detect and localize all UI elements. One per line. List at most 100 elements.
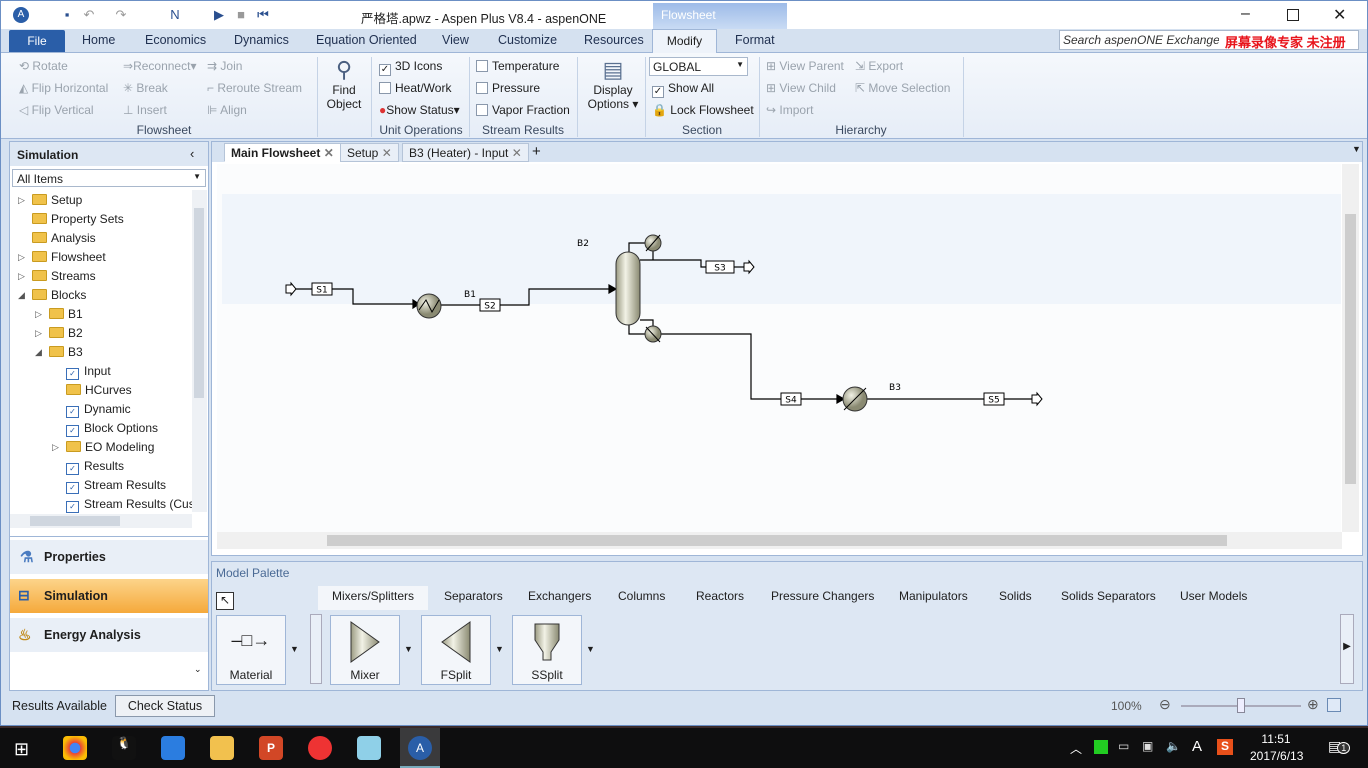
tree-item[interactable]: ✓ Results <box>66 459 124 475</box>
tree-item[interactable]: Property Sets <box>32 212 124 226</box>
flowsheet-canvas[interactable]: S1 S2 S3 S4 S5 B1 B2 B3 <box>217 164 1341 532</box>
volume-icon[interactable]: 🔈 <box>1166 739 1181 753</box>
tree-item[interactable]: Streams <box>32 269 96 283</box>
tray-overflow-icon[interactable]: ︿ <box>1070 740 1082 757</box>
heat-work-checkbox[interactable]: Heat/Work <box>379 81 451 95</box>
canvas-vertical-scrollbar[interactable] <box>1342 164 1359 532</box>
select-pointer-button[interactable]: ↖ <box>216 592 234 610</box>
tree-item[interactable]: Flowsheet <box>32 250 106 264</box>
run-icon[interactable]: ▶ <box>211 7 227 23</box>
expand-toggle-icon[interactable]: ▷ <box>35 309 42 320</box>
zoom-fit-button[interactable] <box>1327 698 1341 712</box>
tree-item[interactable]: B1 <box>49 307 83 321</box>
notification-icon[interactable]: ▤1 <box>1328 738 1351 755</box>
block-label[interactable]: B3 <box>889 383 901 393</box>
tab-equation-oriented[interactable]: Equation Oriented <box>316 33 417 47</box>
palette-tab[interactable]: Manipulators <box>899 589 968 603</box>
palette-tab[interactable]: Separators <box>444 589 503 603</box>
lock-flowsheet-button[interactable]: 🔒 Lock Flowsheet <box>652 103 754 117</box>
palette-tab[interactable]: Columns <box>618 589 665 603</box>
tab-b3-input[interactable]: B3 (Heater) - Input ✕ <box>402 143 529 162</box>
tree-item[interactable]: B3 <box>49 345 83 359</box>
move-selection-button[interactable]: ⇱ Move Selection <box>855 81 950 95</box>
canvas-horizontal-scrollbar[interactable] <box>217 532 1342 549</box>
app-icon[interactable] <box>357 736 381 760</box>
tab-customize[interactable]: Customize <box>498 33 557 47</box>
netease-music-icon[interactable] <box>308 736 332 760</box>
expand-toggle-icon[interactable]: ▷ <box>18 271 25 282</box>
ssplit-dropdown[interactable]: ▼ <box>586 644 595 654</box>
palette-tab[interactable]: Mixers/Splitters <box>332 589 414 603</box>
palette-tab[interactable]: Reactors <box>696 589 744 603</box>
tree-item[interactable]: Blocks <box>32 288 86 302</box>
tab-dynamics[interactable]: Dynamics <box>234 33 289 47</box>
tree-vertical-scrollbar[interactable] <box>192 190 207 512</box>
tab-modify[interactable]: Modify <box>652 29 717 54</box>
input-method-icon[interactable]: A <box>1192 738 1202 755</box>
tree-item[interactable]: Setup <box>32 193 82 207</box>
palette-scroll-left[interactable] <box>310 614 322 684</box>
fsplit-dropdown[interactable]: ▼ <box>495 644 504 654</box>
close-button[interactable]: ✕ <box>1333 5 1346 25</box>
expand-toggle-icon[interactable]: ◢ <box>18 290 25 301</box>
palette-item-material[interactable]: –□→ Material <box>216 615 286 685</box>
tree-item[interactable]: ✓ Dynamic <box>66 402 131 418</box>
tree-item[interactable]: ✓ Block Options <box>66 421 158 437</box>
break-button[interactable]: ✳ Break <box>123 81 168 95</box>
stream-label[interactable]: S4 <box>785 396 797 406</box>
add-tab-button[interactable]: + <box>532 143 541 160</box>
mixer-dropdown[interactable]: ▼ <box>404 644 413 654</box>
stream-label[interactable]: S3 <box>714 264 725 274</box>
show-status-button[interactable]: ●Show Status▾ <box>379 103 460 117</box>
sogou-icon[interactable]: S <box>1217 739 1233 755</box>
tree-item[interactable]: Analysis <box>32 231 96 245</box>
tab-format[interactable]: Format <box>735 33 775 47</box>
tree-horizontal-scrollbar[interactable] <box>10 514 192 528</box>
palette-scroll-right[interactable]: ▶ <box>1340 614 1354 684</box>
tree-item[interactable]: B2 <box>49 326 83 340</box>
heater-b1-icon[interactable] <box>416 293 442 319</box>
view-child-button[interactable]: ⊞ View Child <box>766 81 836 95</box>
palette-item-mixer[interactable]: Mixer <box>330 615 400 685</box>
save-icon[interactable]: ▪ <box>59 7 75 23</box>
next-icon[interactable]: N <box>167 7 183 23</box>
import-button[interactable]: ↪ Import <box>766 103 813 117</box>
palette-tab[interactable]: User Models <box>1180 589 1247 603</box>
clock[interactable]: 11:51 2017/6/13 <box>1250 732 1303 763</box>
search-input[interactable]: Search aspenONE Exchange <box>1063 33 1219 47</box>
tab-view[interactable]: View <box>442 33 469 47</box>
aspen-taskbar-button[interactable]: A <box>400 728 440 768</box>
stop-icon[interactable]: ■ <box>233 7 249 23</box>
palette-tab[interactable]: Solids Separators <box>1061 589 1156 603</box>
nav-button-properties[interactable]: ⚗ Properties <box>10 540 208 574</box>
flip-horizontal-button[interactable]: ◭ Flip Horizontal <box>19 81 108 95</box>
power-icon[interactable]: ▭ <box>1118 739 1129 753</box>
minimize-button[interactable]: – <box>1241 5 1250 23</box>
expand-toggle-icon[interactable]: ▷ <box>18 252 25 263</box>
palette-tab[interactable]: Exchangers <box>528 589 591 603</box>
reroute-stream-button[interactable]: ⌐ Reroute Stream <box>207 81 302 95</box>
show-all-checkbox[interactable]: ✓ Show All <box>652 81 714 98</box>
expand-toggle-icon[interactable]: ◢ <box>35 347 42 358</box>
reconnect-button[interactable]: ⇒Reconnect▾ <box>123 59 196 73</box>
tree-item[interactable]: ✓ Stream Results <box>66 478 166 494</box>
tree-item[interactable]: ✓ Stream Results (Cus <box>66 497 195 513</box>
pressure-checkbox[interactable]: Pressure <box>476 81 540 95</box>
collapse-nav-button[interactable]: ‹ <box>190 146 194 161</box>
windows-start-icon[interactable]: ⊞ <box>14 739 29 760</box>
qq-icon[interactable]: 🐧 <box>112 736 136 760</box>
insert-button[interactable]: ⊥ Insert <box>123 103 167 117</box>
palette-item-fsplit[interactable]: FSplit <box>421 615 491 685</box>
nav-button-energy-analysis[interactable]: ♨ Energy Analysis <box>10 618 208 652</box>
vapor-fraction-checkbox[interactable]: Vapor Fraction <box>476 103 570 117</box>
nav-filter-select[interactable]: All Items ▼ <box>12 169 206 187</box>
check-status-button[interactable]: Check Status <box>115 695 215 717</box>
reset-icon[interactable]: ⏮ <box>255 7 271 23</box>
browser-icon[interactable] <box>161 736 185 760</box>
tab-main-flowsheet[interactable]: Main Flowsheet ✕ <box>224 143 341 162</box>
palette-tab[interactable]: Solids <box>999 589 1032 603</box>
palette-item-ssplit[interactable]: SSplit <box>512 615 582 685</box>
redo-icon[interactable]: ↷ <box>113 7 129 23</box>
tree-item[interactable]: EO Modeling <box>66 440 154 454</box>
stream-label[interactable]: S2 <box>484 302 495 312</box>
